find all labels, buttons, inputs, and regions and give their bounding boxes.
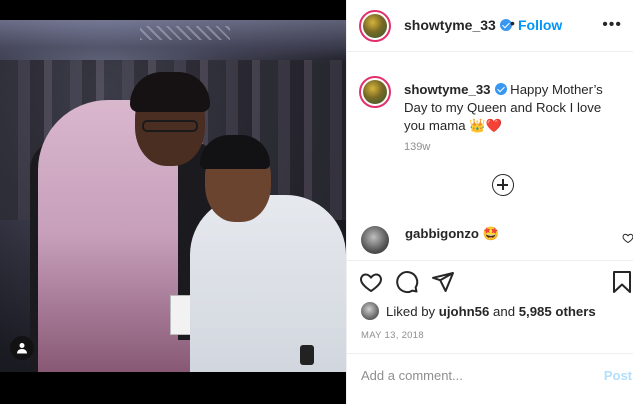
comment-like-heart-icon[interactable] bbox=[622, 232, 633, 244]
share-icon[interactable] bbox=[431, 270, 455, 294]
comment-text: 🤩 bbox=[482, 226, 500, 241]
author-username-text[interactable]: showtyme_33 bbox=[404, 17, 496, 33]
follow-button[interactable]: Follow bbox=[518, 17, 562, 33]
person-icon bbox=[17, 343, 27, 354]
bookmark-icon[interactable] bbox=[610, 270, 633, 294]
post-date[interactable]: MAY 13, 2018 bbox=[361, 330, 424, 341]
more-options-icon[interactable]: ••• bbox=[602, 16, 622, 34]
comments-section: showtyme_33 Happy Mother’s Day to my Que… bbox=[347, 52, 633, 260]
caption-verified-icon bbox=[494, 83, 507, 95]
liked-by-conj: and bbox=[493, 303, 516, 319]
comment-row: gabbigonzo 🤩 bbox=[405, 226, 499, 242]
add-comment-input[interactable] bbox=[361, 368, 581, 383]
post-side-panel: showtyme_33 • Follow ••• showtyme_33 Hap… bbox=[346, 0, 633, 404]
post-photo[interactable] bbox=[0, 0, 346, 404]
author-username[interactable]: showtyme_33 bbox=[404, 17, 512, 33]
liked-by-prefix: Liked by bbox=[386, 303, 436, 319]
caption-username[interactable]: showtyme_33 bbox=[404, 82, 491, 97]
glasses bbox=[142, 120, 198, 132]
liked-by-user[interactable]: ujohn56 bbox=[439, 304, 490, 319]
tagged-user-icon[interactable] bbox=[10, 336, 34, 360]
photo-scene bbox=[0, 20, 346, 372]
comment-username[interactable]: gabbigonzo bbox=[405, 226, 479, 241]
wristwatch bbox=[300, 345, 314, 365]
separator-dot: • bbox=[510, 15, 515, 31]
likes-summary: Liked by ujohn56 and 5,985 others bbox=[361, 302, 596, 320]
caption-text-block: showtyme_33 Happy Mother’s Day to my Que… bbox=[404, 81, 622, 135]
comment-icon[interactable] bbox=[395, 270, 419, 294]
comment-avatar[interactable] bbox=[361, 226, 389, 254]
post-comment-button[interactable]: Post bbox=[604, 368, 632, 383]
post-header: showtyme_33 • Follow ••• bbox=[347, 0, 633, 52]
add-comment-row: Post bbox=[347, 353, 633, 397]
caption-avatar[interactable] bbox=[359, 76, 391, 108]
liker-avatar[interactable] bbox=[361, 302, 379, 320]
stage-truss bbox=[140, 26, 230, 40]
man-figure bbox=[190, 195, 346, 372]
heart-icon[interactable] bbox=[359, 270, 383, 294]
author-avatar[interactable] bbox=[359, 10, 391, 42]
actions-section: Liked by ujohn56 and 5,985 others MAY 13… bbox=[347, 260, 633, 404]
caption-age[interactable]: 139w bbox=[404, 141, 430, 153]
likes-count[interactable]: 5,985 others bbox=[519, 304, 596, 319]
load-more-comments-icon[interactable] bbox=[492, 174, 514, 196]
